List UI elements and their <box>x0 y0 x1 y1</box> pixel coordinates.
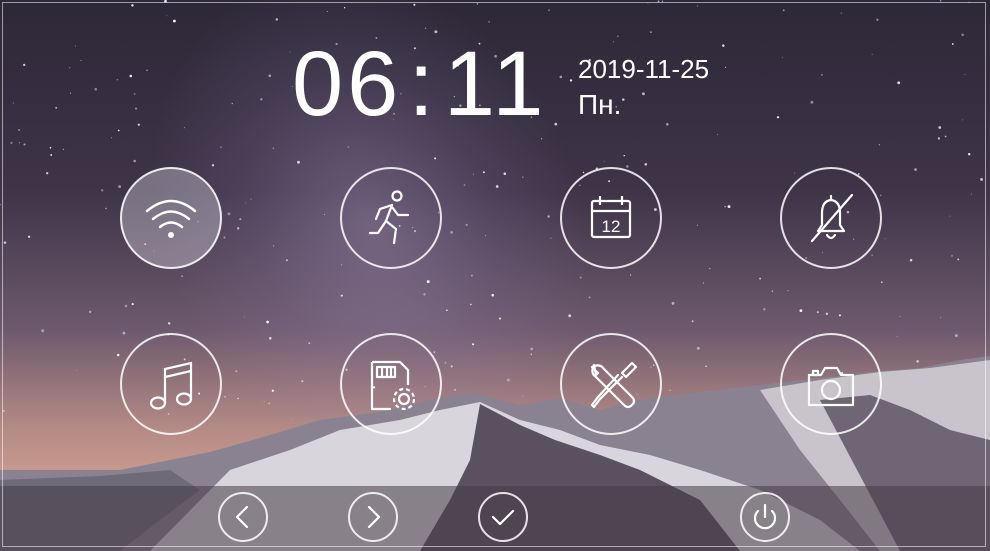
calendar-icon: 12 <box>590 196 632 239</box>
confirm-button[interactable] <box>478 492 528 542</box>
motion-detection-icon <box>368 190 410 245</box>
tools-icon <box>590 361 638 409</box>
sd-card-settings-icon <box>370 360 416 411</box>
power-icon <box>753 503 777 530</box>
clock-minutes: 11 <box>443 33 548 135</box>
chevron-right-icon <box>367 505 381 529</box>
camera-icon <box>807 366 855 407</box>
previous-button[interactable] <box>218 492 268 542</box>
motion-detection-button[interactable] <box>340 167 442 269</box>
snapshot-button[interactable] <box>780 333 882 435</box>
calendar-button[interactable]: 12 <box>560 167 662 269</box>
clock-separator: : <box>408 33 438 135</box>
sd-card-settings-button[interactable] <box>340 333 442 435</box>
system-settings-button[interactable] <box>560 333 662 435</box>
chevron-left-icon <box>235 505 249 529</box>
next-button[interactable] <box>348 492 398 542</box>
home-screen: 06:11 2019-11-25 Пн. 12 <box>0 0 990 551</box>
date-label: 2019-11-25 <box>578 54 710 84</box>
power-button[interactable] <box>740 492 790 542</box>
weekday-label: Пн. <box>578 89 622 120</box>
ringtone-button[interactable] <box>120 333 222 435</box>
music-note-icon <box>149 361 193 410</box>
wifi-icon <box>145 199 197 238</box>
clock-hours: 06 <box>292 33 403 135</box>
check-icon <box>491 509 515 526</box>
wifi-settings-button[interactable] <box>120 167 222 269</box>
calendar-day-number: 12 <box>602 217 621 236</box>
bell-muted-icon <box>810 193 854 243</box>
clock-time: 06:11 <box>292 38 547 130</box>
do-not-disturb-button[interactable] <box>780 167 882 269</box>
